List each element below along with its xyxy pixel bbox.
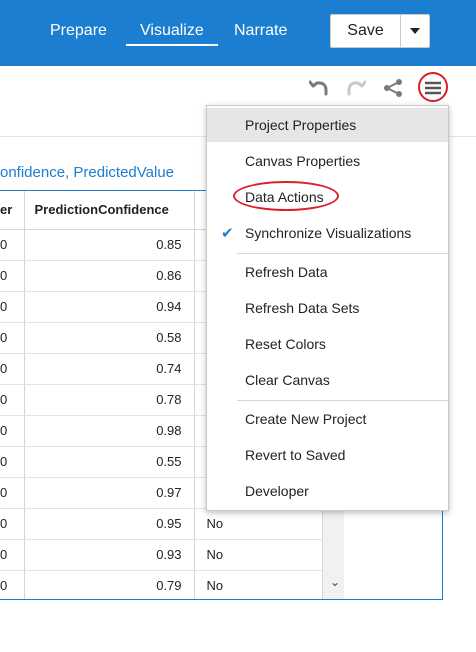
cell-partial-value: 0: [0, 260, 25, 292]
menu-item-canvas-properties[interactable]: Canvas Properties: [207, 144, 448, 178]
save-button[interactable]: Save: [331, 15, 400, 47]
menu-item-label: Synchronize Visualizations: [245, 225, 412, 241]
cell-prediction-confidence: 0.58: [24, 322, 195, 354]
cell-partial-value: 0: [0, 570, 25, 599]
undo-icon[interactable]: [308, 77, 330, 99]
share-icon[interactable]: [382, 77, 404, 99]
menu-item-reset-colors[interactable]: Reset Colors: [207, 327, 448, 361]
cell-prediction-confidence: 0.85: [24, 229, 195, 261]
cell-prediction-confidence: 0.97: [24, 477, 195, 509]
table-row[interactable]: 0 0.95 No: [0, 508, 323, 540]
cell-partial-value: 0: [0, 539, 25, 571]
checkmark-icon: ✔: [221, 225, 234, 242]
annotation-ellipse: [233, 181, 339, 211]
table-row[interactable]: 0 0.93 No: [0, 539, 323, 571]
cell-prediction-confidence: 0.79: [24, 570, 195, 599]
cell-predicted-value: No: [194, 539, 323, 571]
visualization-title: onfidence, PredictedValue: [0, 164, 175, 181]
cell-prediction-confidence: 0.78: [24, 384, 195, 416]
cell-prediction-confidence: 0.98: [24, 415, 195, 447]
canvas-menu: Project Properties Canvas Properties Dat…: [206, 105, 449, 511]
table-row[interactable]: 0 0.79 No: [0, 570, 323, 599]
cell-partial-value: 0: [0, 446, 25, 478]
menu-item-clear-canvas[interactable]: Clear Canvas: [207, 363, 448, 397]
cell-partial-value: 0: [0, 322, 25, 354]
cell-prediction-confidence: 0.93: [24, 539, 195, 571]
cell-partial-value: 0: [0, 415, 25, 447]
cell-prediction-confidence: 0.94: [24, 291, 195, 323]
column-header[interactable]: er: [0, 191, 25, 230]
cell-prediction-confidence: 0.55: [24, 446, 195, 478]
cell-prediction-confidence: 0.86: [24, 260, 195, 292]
cell-partial-value: 0: [0, 229, 25, 261]
chevron-down-icon[interactable]: ⌄: [330, 575, 340, 589]
menu-item-revert-to-saved[interactable]: Revert to Saved: [207, 438, 448, 472]
tab-prepare[interactable]: Prepare: [50, 22, 107, 40]
save-options-dropdown[interactable]: [400, 15, 429, 47]
toolbar: [0, 66, 476, 110]
cell-prediction-confidence: 0.74: [24, 353, 195, 385]
menu-item-refresh-data-sets[interactable]: Refresh Data Sets: [207, 291, 448, 325]
cell-partial-value: 0: [0, 384, 25, 416]
cell-predicted-value: No: [194, 570, 323, 599]
menu-item-create-new-project[interactable]: Create New Project: [207, 402, 448, 436]
top-nav-bar: Prepare Visualize Narrate Save: [0, 0, 476, 66]
menu-item-project-properties[interactable]: Project Properties: [207, 108, 448, 142]
menu-item-developer[interactable]: Developer: [207, 474, 448, 508]
redo-icon[interactable]: [345, 77, 367, 99]
cell-prediction-confidence: 0.95: [24, 508, 195, 540]
caret-down-icon: [410, 28, 420, 34]
tab-narrate[interactable]: Narrate: [234, 22, 287, 40]
annotation-circle: [418, 72, 448, 102]
save-button-group: Save: [330, 14, 430, 48]
menu-divider: [237, 400, 448, 401]
cell-partial-value: 0: [0, 353, 25, 385]
cell-predicted-value: No: [194, 508, 323, 540]
menu-divider: [237, 253, 448, 254]
cell-partial-value: 0: [0, 477, 25, 509]
menu-item-refresh-data[interactable]: Refresh Data: [207, 255, 448, 289]
tab-visualize[interactable]: Visualize: [126, 22, 218, 46]
cell-partial-value: 0: [0, 508, 25, 540]
column-header-prediction-confidence[interactable]: PredictionConfidence: [24, 191, 195, 230]
menu-item-synchronize-visualizations[interactable]: ✔ Synchronize Visualizations: [207, 216, 448, 250]
cell-partial-value: 0: [0, 291, 25, 323]
